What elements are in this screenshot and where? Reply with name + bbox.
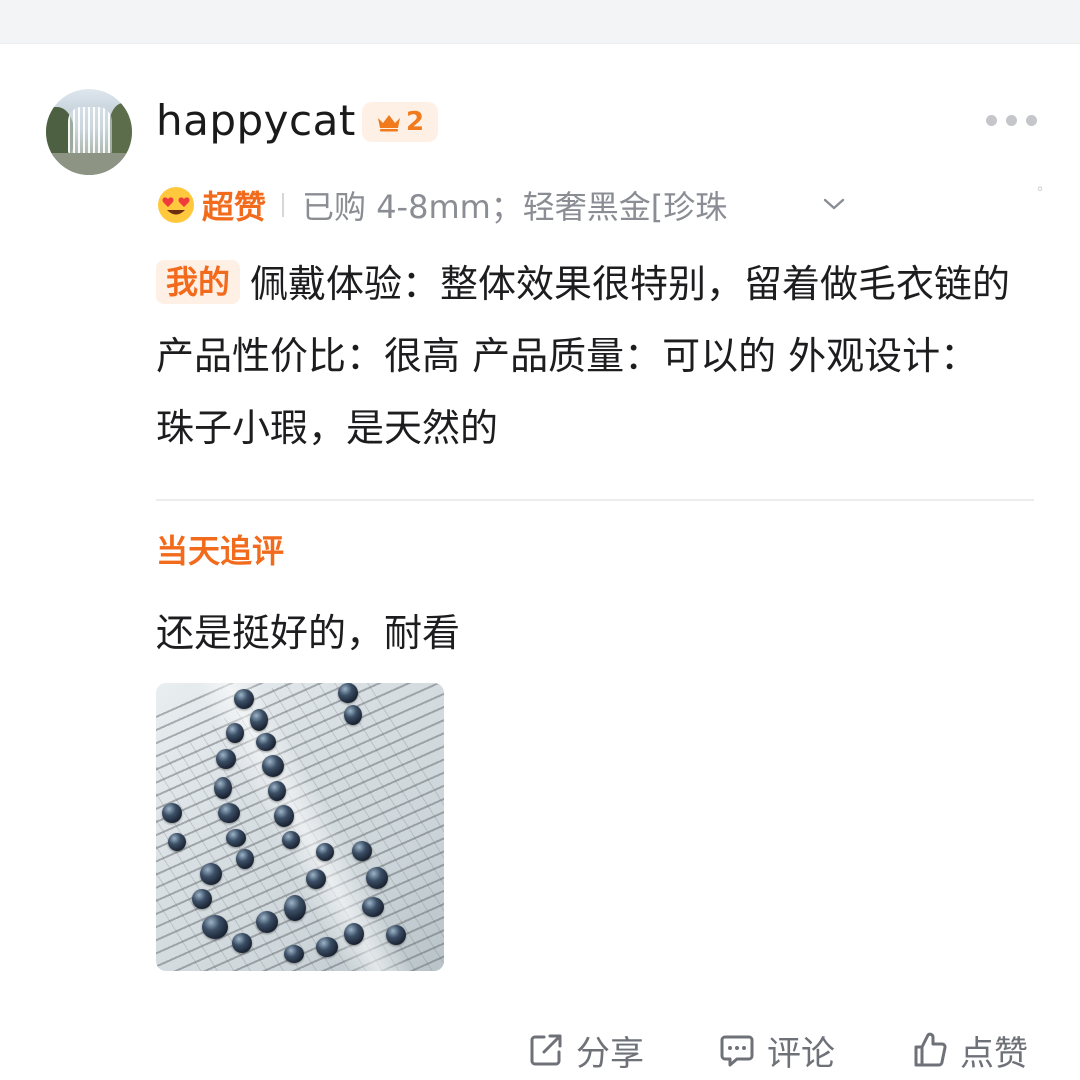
more-dot: [1026, 114, 1037, 126]
review-photo[interactable]: [156, 683, 444, 971]
rating-row: 超赞 已购 4-8mm；轻奢黑金[珍珠: [156, 180, 727, 230]
section-divider: [156, 499, 1034, 501]
pearl-bead: [344, 923, 364, 945]
rating-label: 超赞: [202, 188, 267, 226]
pearl-bead: [226, 829, 246, 847]
pearl-bead: [362, 897, 384, 917]
pearl-bead: [236, 849, 254, 869]
review-text: 佩戴体验：整体效果很特别，留着做毛衣链的 产品性价比：很高 产品质量：可以的 外…: [156, 262, 1011, 450]
pearl-bead: [226, 723, 244, 743]
pearl-bead: [232, 933, 252, 953]
followup-title: 当天追评: [156, 532, 285, 570]
chevron-down-icon[interactable]: [820, 194, 848, 214]
pearl-bead: [284, 945, 304, 963]
pearl-bead: [202, 915, 228, 939]
avatar-ground: [46, 153, 132, 175]
avatar[interactable]: [46, 89, 132, 175]
pearl-bead: [366, 867, 388, 889]
member-level-badge: 2: [362, 102, 438, 142]
avatar-fountain: [68, 107, 112, 155]
comment-button[interactable]: 评论: [717, 1024, 835, 1076]
pearl-bead: [352, 841, 372, 861]
like-button[interactable]: 点赞: [910, 1024, 1028, 1076]
more-dot: [1006, 114, 1017, 126]
top-divider-band: [0, 0, 1080, 44]
pearl-bead: [168, 833, 186, 851]
pearl-bead: [386, 925, 406, 945]
more-icon[interactable]: [986, 112, 1038, 128]
rating-divider: [282, 193, 285, 217]
pearl-bead: [316, 843, 334, 861]
followup-text: 还是挺好的，耐看: [156, 611, 461, 655]
pearl-bead: [250, 709, 268, 731]
pearl-bead: [338, 683, 358, 703]
purchased-sku: 已购 4-8mm；轻奢黑金[珍珠: [302, 188, 728, 226]
pearl-bead: [344, 705, 362, 725]
like-label: 点赞: [960, 1033, 1028, 1074]
review-body: 我的 佩戴体验：整体效果很特别，留着做毛衣链的 产品性价比：很高 产品质量：可以的…: [156, 248, 1016, 464]
share-label: 分享: [576, 1033, 644, 1074]
mine-tag: 我的: [156, 260, 241, 304]
pearl-bead: [162, 803, 182, 823]
faint-mark: ˚: [1036, 186, 1044, 205]
share-icon: [530, 1034, 562, 1066]
pearl-bead: [218, 803, 240, 823]
pearl-bead: [306, 869, 326, 889]
username[interactable]: happycat: [156, 96, 356, 145]
pearl-bead: [216, 749, 236, 769]
action-bar: 分享 评论 点赞: [0, 1024, 1080, 1076]
comment-label: 评论: [767, 1033, 835, 1074]
pearl-bead: [284, 895, 306, 921]
pearl-bead: [316, 937, 338, 957]
pearl-bead: [234, 689, 254, 709]
pearl-bead: [282, 831, 300, 849]
pearl-bead: [192, 889, 212, 909]
pearl-bead: [274, 805, 294, 827]
more-dot: [986, 114, 997, 126]
pearl-bead: [200, 863, 222, 885]
pearl-bead: [256, 733, 276, 751]
comment-icon: [720, 1035, 754, 1067]
heart-eyes-emoji-icon: [158, 187, 194, 223]
pearl-bead: [268, 781, 286, 801]
share-button[interactable]: 分享: [526, 1024, 644, 1076]
crown-icon: [377, 115, 400, 132]
pearl-bead: [256, 911, 278, 933]
thumbs-up-icon: [914, 1032, 947, 1067]
pearl-bead: [262, 755, 284, 777]
top-divider-strip: [0, 20, 1080, 44]
member-level-number: 2: [405, 107, 425, 137]
pearl-bead: [214, 777, 232, 799]
